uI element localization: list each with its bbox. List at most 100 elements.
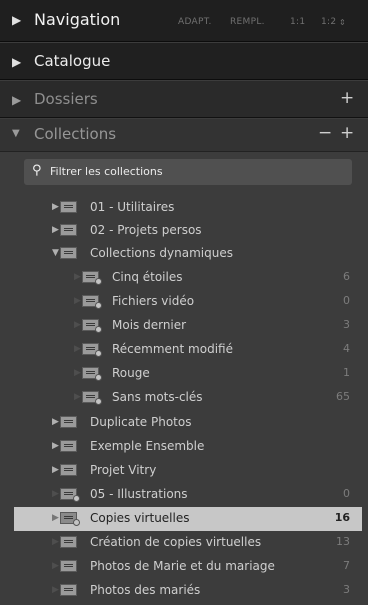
disclosure-triangle-icon[interactable]: ▶ bbox=[52, 225, 59, 235]
collection-label: Fichiers vidéo bbox=[112, 294, 195, 308]
collection-label: Rouge bbox=[112, 366, 150, 380]
collapse-triangle-icon[interactable]: ▼ bbox=[12, 128, 20, 139]
add-folder-button[interactable]: + bbox=[340, 90, 354, 107]
collection-row[interactable]: ▶ Photos des mariés 3 bbox=[14, 579, 362, 603]
collection-label: 02 - Projets persos bbox=[90, 223, 202, 237]
collection-set-icon bbox=[60, 224, 77, 236]
collection-row[interactable]: ▶ Création de copies virtuelles 13 bbox=[14, 531, 362, 555]
expand-triangle-icon[interactable]: ▶ bbox=[12, 55, 21, 69]
disclosure-triangle-icon[interactable]: ▶ bbox=[52, 465, 59, 475]
collection-row[interactable]: ▶ Récemment modifié 4 bbox=[14, 338, 362, 362]
catalogue-title: Catalogue bbox=[34, 52, 111, 70]
collection-label: Projet Vitry bbox=[90, 463, 157, 477]
collection-label: Exemple Ensemble bbox=[90, 439, 205, 453]
collection-label: Photos de Marie et du mariage bbox=[90, 559, 275, 573]
left-panel: ▶ Navigation ADAPT. REMPL. 1:1 1:2 ⇕ ▶ C… bbox=[0, 0, 368, 605]
collection-row[interactable]: ▶ 01 - Utilitaires bbox=[14, 196, 362, 220]
collection-row[interactable]: ▼ Collections dynamiques bbox=[14, 242, 362, 266]
disclosure-placeholder-icon: ▶ bbox=[52, 585, 59, 595]
collection-label: Sans mots-clés bbox=[112, 390, 203, 404]
collection-label: Création de copies virtuelles bbox=[90, 535, 262, 549]
collection-label: 01 - Utilitaires bbox=[90, 200, 175, 214]
collection-count: 16 bbox=[334, 511, 350, 524]
collection-label: Photos des mariés bbox=[90, 583, 201, 597]
collection-label: Collections dynamiques bbox=[90, 246, 233, 260]
collection-set-icon bbox=[60, 247, 77, 259]
zoom-option-1-2[interactable]: 1:2 bbox=[321, 17, 336, 27]
smart-collection-icon bbox=[60, 512, 80, 526]
smart-collection-icon bbox=[82, 367, 102, 381]
disclosure-placeholder-icon: ▶ bbox=[74, 272, 81, 282]
disclosure-triangle-icon[interactable]: ▶ bbox=[52, 441, 59, 451]
disclosure-triangle-icon[interactable]: ▶ bbox=[52, 417, 59, 427]
collection-set-icon bbox=[60, 440, 77, 452]
collection-count: 6 bbox=[343, 270, 350, 283]
add-collection-button[interactable]: + bbox=[340, 125, 354, 142]
collection-row[interactable]: ▶ Projet Vitry bbox=[14, 459, 362, 483]
smart-collection-icon bbox=[82, 343, 102, 357]
dossiers-panel-header[interactable]: ▶ Dossiers + bbox=[0, 81, 368, 118]
collection-row[interactable]: ▶ Exemple Ensemble bbox=[14, 435, 362, 459]
zoom-dropdown-icon[interactable]: ⇕ bbox=[339, 18, 346, 27]
collection-row[interactable]: ▶ Duplicate Photos bbox=[14, 411, 362, 435]
filter-collections-label: Filtrer les collections bbox=[50, 165, 163, 178]
disclosure-placeholder-icon: ▶ bbox=[74, 392, 81, 402]
zoom-option-1-1[interactable]: 1:1 bbox=[290, 17, 305, 27]
collection-count: 3 bbox=[343, 318, 350, 331]
collection-count: 3 bbox=[343, 583, 350, 596]
collection-label: Cinq étoiles bbox=[112, 270, 183, 284]
navigation-panel-header[interactable]: ▶ Navigation ADAPT. REMPL. 1:1 1:2 ⇕ bbox=[0, 0, 368, 42]
smart-collection-icon bbox=[60, 488, 80, 502]
zoom-option-adapt[interactable]: ADAPT. bbox=[178, 17, 212, 27]
catalogue-panel-header[interactable]: ▶ Catalogue bbox=[0, 43, 368, 80]
collection-set-icon bbox=[60, 464, 77, 476]
collection-label: Mois dernier bbox=[112, 318, 187, 332]
collection-count: 13 bbox=[336, 535, 350, 548]
filter-collections-field[interactable]: ⚲ Filtrer les collections bbox=[24, 159, 352, 185]
collection-row[interactable]: ▶ Photos de Marie et du mariage 7 bbox=[14, 555, 362, 579]
disclosure-triangle-icon[interactable]: ▶ bbox=[52, 202, 59, 212]
collection-count: 1 bbox=[343, 366, 350, 379]
disclosure-placeholder-icon: ▶ bbox=[52, 561, 59, 571]
disclosure-placeholder-icon: ▶ bbox=[52, 537, 59, 547]
disclosure-placeholder-icon: ▶ bbox=[52, 513, 59, 523]
collection-icon bbox=[60, 560, 77, 572]
collection-count: 65 bbox=[336, 390, 350, 403]
collection-row[interactable]: ▶ Rouge 1 bbox=[14, 362, 362, 386]
collection-row[interactable]: ▶ Fichiers vidéo 0 bbox=[14, 290, 362, 314]
remove-collection-button[interactable]: − bbox=[318, 125, 332, 142]
collection-row[interactable]: ▶ 02 - Projets persos bbox=[14, 219, 362, 243]
collection-label: Récemment modifié bbox=[112, 342, 233, 356]
collection-row-selected[interactable]: ▶ Copies virtuelles 16 bbox=[14, 507, 362, 531]
smart-collection-icon bbox=[82, 391, 102, 405]
smart-collection-icon bbox=[82, 319, 102, 333]
collection-row[interactable]: ▶ 05 - Illustrations 0 bbox=[14, 483, 362, 507]
collection-row[interactable]: ▶ Mois dernier 3 bbox=[14, 314, 362, 338]
collection-icon bbox=[60, 584, 77, 596]
navigation-title: Navigation bbox=[34, 10, 121, 29]
collection-label: Copies virtuelles bbox=[90, 511, 190, 525]
disclosure-placeholder-icon: ▶ bbox=[74, 344, 81, 354]
collection-count: 0 bbox=[343, 294, 350, 307]
dossiers-title: Dossiers bbox=[34, 90, 98, 108]
disclosure-triangle-icon[interactable]: ▼ bbox=[52, 248, 59, 258]
collection-icon bbox=[60, 536, 77, 548]
expand-triangle-icon[interactable]: ▶ bbox=[12, 93, 21, 107]
collection-row[interactable]: ▶ Sans mots-clés 65 bbox=[14, 386, 362, 410]
collections-title: Collections bbox=[34, 125, 117, 143]
smart-collection-icon bbox=[82, 295, 102, 309]
collections-panel-header[interactable]: ▼ Collections − + bbox=[0, 119, 368, 152]
disclosure-placeholder-icon: ▶ bbox=[52, 489, 59, 499]
collection-set-icon bbox=[60, 416, 77, 428]
search-icon: ⚲ bbox=[32, 163, 42, 178]
smart-collection-icon bbox=[82, 271, 102, 285]
collection-label: 05 - Illustrations bbox=[90, 487, 188, 501]
collection-row[interactable]: ▶ Cinq étoiles 6 bbox=[14, 266, 362, 290]
collection-count: 7 bbox=[343, 559, 350, 572]
collection-count: 0 bbox=[343, 487, 350, 500]
collection-set-icon bbox=[60, 201, 77, 213]
collection-label: Duplicate Photos bbox=[90, 415, 192, 429]
disclosure-placeholder-icon: ▶ bbox=[74, 296, 81, 306]
zoom-option-rempl[interactable]: REMPL. bbox=[230, 17, 265, 27]
expand-triangle-icon[interactable]: ▶ bbox=[12, 13, 21, 27]
